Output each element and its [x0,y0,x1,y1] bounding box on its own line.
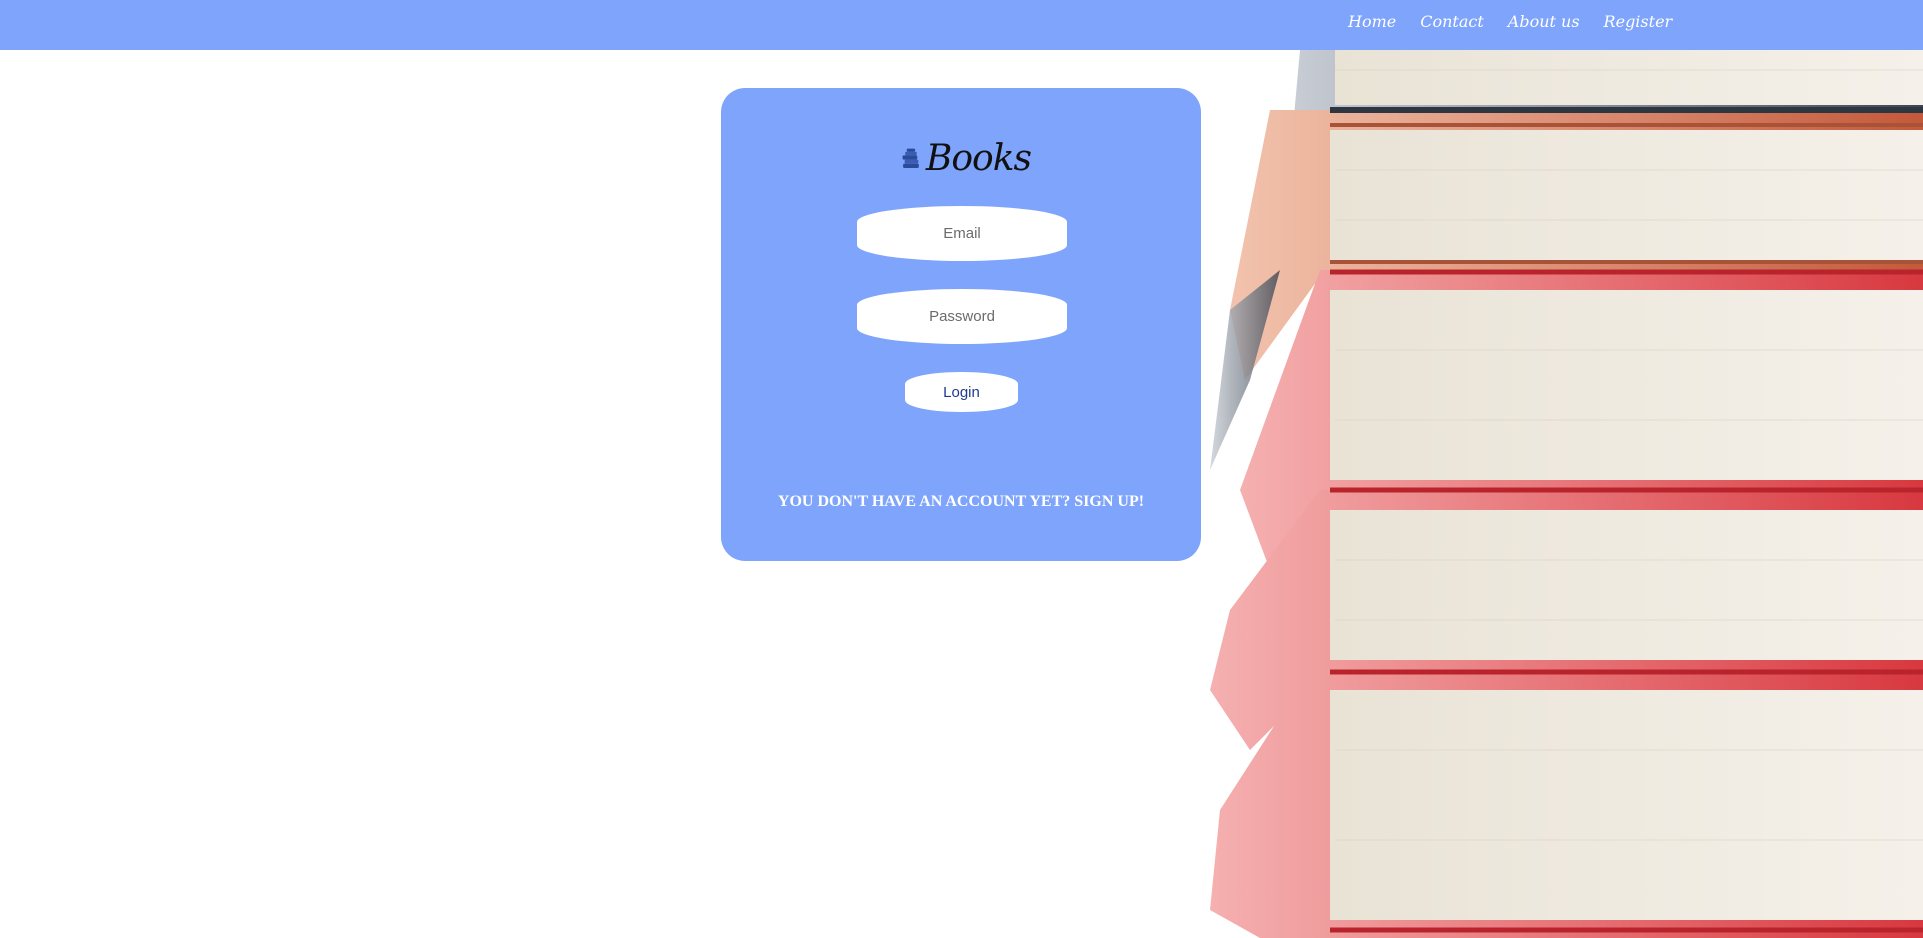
nav-contact-link[interactable]: Contact [1420,12,1484,31]
nav-register-link[interactable]: Register [1604,12,1673,31]
nav-home-link[interactable]: Home [1348,12,1396,31]
email-field[interactable] [857,206,1067,261]
book-stack-icon [902,148,919,168]
top-navbar: Home Contact About us Register [0,0,1923,50]
password-field[interactable] [857,289,1067,344]
nav-links: Home Contact About us Register [1348,12,1672,31]
login-button[interactable]: Login [905,372,1018,412]
book-stack-photo [1150,50,1923,938]
signup-link[interactable]: YOU DON'T HAVE AN ACCOUNT YET? SIGN UP! [721,493,1201,511]
brand-name: Books [925,137,1032,179]
login-card: Books Login YOU DON'T HAVE AN ACCOUNT YE… [721,88,1201,561]
nav-about-link[interactable]: About us [1508,12,1580,31]
brand-logo: Books [901,136,1032,180]
